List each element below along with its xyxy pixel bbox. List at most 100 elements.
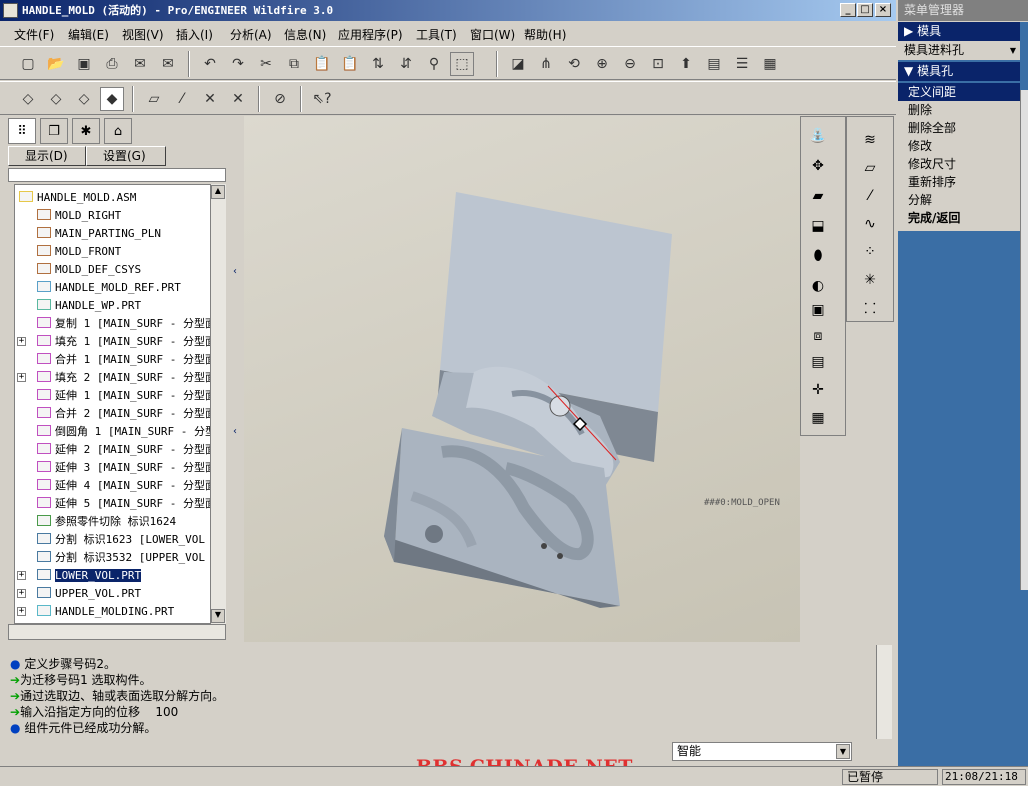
view-manager-icon[interactable]: ▦: [758, 52, 782, 76]
print-icon[interactable]: ⎙: [100, 52, 124, 76]
favorites-tab-icon[interactable]: ✱: [72, 118, 100, 144]
wireframe-icon[interactable]: ◇: [16, 87, 40, 111]
zoom-in-icon[interactable]: ⊕: [590, 52, 614, 76]
menu-item-define-spacing[interactable]: 定义间距: [898, 83, 1020, 101]
expand-icon[interactable]: +: [17, 589, 26, 598]
menu-tools[interactable]: 工具(T): [416, 26, 457, 43]
menu-item-explode[interactable]: 分解: [898, 191, 1020, 209]
tree-row[interactable]: MOLD_DEF_CSYS: [15, 261, 141, 279]
datum-axis-icon[interactable]: ⁄: [859, 185, 881, 207]
tree-row[interactable]: MOLD_RIGHT: [15, 207, 121, 225]
analysis-feature-icon[interactable]: ⸬: [859, 297, 881, 319]
scroll-down-icon[interactable]: ▼: [211, 609, 225, 623]
mail-icon[interactable]: ✉: [128, 52, 152, 76]
shrinkage-icon[interactable]: ⬓: [807, 215, 829, 237]
shading-icon[interactable]: ◆: [100, 87, 124, 111]
tree-row[interactable]: 分割 标识1623 [LOWER_VOL -: [15, 531, 217, 549]
refit-icon[interactable]: ◪: [506, 52, 530, 76]
expand-icon[interactable]: +: [17, 607, 26, 616]
connections-tab-icon[interactable]: ⌂: [104, 118, 132, 144]
panel-sash[interactable]: ‹ ‹: [231, 116, 243, 642]
runner-icon[interactable]: ✥: [807, 155, 829, 177]
model-tree-tab-icon[interactable]: ⠿: [8, 118, 36, 144]
split-volume-icon[interactable]: ▣: [807, 299, 829, 321]
menu-window[interactable]: 窗口(W): [470, 26, 515, 43]
tree-vertical-scrollbar[interactable]: [210, 184, 226, 624]
mold-opening-icon[interactable]: ✛: [807, 379, 829, 401]
menu-item-delete[interactable]: 删除: [898, 101, 1020, 119]
tree-row[interactable]: 分割 标识3532 [UPPER_VOL -: [15, 549, 217, 567]
layers-icon[interactable]: ☰: [730, 52, 754, 76]
menu-item-modify[interactable]: 修改: [898, 137, 1020, 155]
copy-icon[interactable]: ⧉: [282, 52, 306, 76]
draft-check-icon[interactable]: ▦: [807, 407, 829, 429]
mold-hole-header[interactable]: ▼ 模具孔: [898, 62, 1020, 81]
tree-row[interactable]: + 填充 1 [MAIN_SURF - 分型面]: [15, 333, 217, 351]
undo-icon[interactable]: ↶: [198, 52, 222, 76]
menu-item-done-return[interactable]: 完成/返回: [898, 209, 1020, 227]
regenerate-icon[interactable]: ⇅: [366, 52, 390, 76]
menu-file[interactable]: 文件(F): [14, 26, 54, 43]
tree-row[interactable]: + UPPER_VOL.PRT: [15, 585, 141, 603]
regenerate-manager-icon[interactable]: ⇵: [394, 52, 418, 76]
molding-icon[interactable]: ▤: [807, 351, 829, 373]
selection-box-icon[interactable]: ⬚: [450, 52, 474, 76]
sprue-dropdown[interactable]: 模具进料孔 ▼: [898, 41, 1020, 60]
menu-edit[interactable]: 编辑(E): [68, 26, 109, 43]
menu-manager-scrollbar[interactable]: [1020, 90, 1028, 590]
menu-item-modify-dims[interactable]: 修改尺寸: [898, 155, 1020, 173]
tree-row[interactable]: MOLD_FRONT: [15, 243, 121, 261]
datum-plane-icon[interactable]: ▱: [859, 157, 881, 179]
graphics-viewport[interactable]: ###0:MOLD_OPEN: [244, 116, 800, 642]
hidden-line-icon[interactable]: ◇: [44, 87, 68, 111]
datum-points-icon[interactable]: ✕: [198, 87, 222, 111]
menu-item-delete-all[interactable]: 删除全部: [898, 119, 1020, 137]
context-help-icon[interactable]: ⇖?: [310, 87, 334, 111]
cut-icon[interactable]: ✂: [254, 52, 278, 76]
tree-row[interactable]: 延伸 2 [MAIN_SURF - 分型面]: [15, 441, 217, 459]
mail-attach-icon[interactable]: ✉: [156, 52, 180, 76]
datum-planes-icon[interactable]: ▱: [142, 87, 166, 111]
no-hidden-icon[interactable]: ◇: [72, 87, 96, 111]
paste-icon[interactable]: 📋: [310, 52, 334, 76]
datum-point-icon[interactable]: ⁘: [859, 241, 881, 263]
tree-row[interactable]: 延伸 3 [MAIN_SURF - 分型面]: [15, 459, 217, 477]
sketch-icon[interactable]: ≋: [859, 129, 881, 151]
folder-browser-tab-icon[interactable]: ❐: [40, 118, 68, 144]
settings-dropdown[interactable]: 设置(G): [86, 146, 166, 166]
datum-axes-icon[interactable]: ⁄: [170, 87, 194, 111]
tree-row[interactable]: 参照零件切除 标识1624: [15, 513, 176, 531]
tree-row[interactable]: + HANDLE_MOLDING.PRT: [15, 603, 174, 621]
paste-special-icon[interactable]: 📋: [338, 52, 362, 76]
expand-icon[interactable]: +: [17, 571, 26, 580]
tree-row[interactable]: 倒圆角 1 [MAIN_SURF - 分型面]: [15, 423, 217, 441]
menu-info[interactable]: 信息(N): [284, 26, 326, 43]
mold-component-icon[interactable]: ⧈: [807, 325, 829, 347]
tree-row[interactable]: 延伸 5 [MAIN_SURF - 分型面]: [15, 495, 217, 513]
menu-view[interactable]: 视图(V): [122, 26, 164, 43]
tree-row[interactable]: + LOWER_VOL.PRT: [15, 567, 142, 585]
chevron-down-icon[interactable]: ▼: [836, 744, 850, 759]
show-dropdown[interactable]: 显示(D): [8, 146, 86, 166]
minimize-button[interactable]: _: [840, 3, 856, 17]
maximize-button[interactable]: □: [857, 3, 873, 17]
new-file-icon[interactable]: ▢: [16, 52, 40, 76]
menu-analysis[interactable]: 分析(A): [230, 26, 272, 43]
zoom-fit-icon[interactable]: ⊡: [646, 52, 670, 76]
tree-row[interactable]: 复制 1 [MAIN_SURF - 分型面]: [15, 315, 217, 333]
save-icon[interactable]: ▣: [72, 52, 96, 76]
app-icon[interactable]: [3, 3, 18, 18]
parting-surface-icon[interactable]: ◐: [807, 275, 829, 297]
redo-icon[interactable]: ↷: [226, 52, 250, 76]
workpiece-icon[interactable]: ▰: [807, 185, 829, 207]
sprue-icon[interactable]: ⛲: [807, 125, 829, 147]
tree-row[interactable]: MAIN_PARTING_PLN: [15, 225, 161, 243]
annotation-display-icon[interactable]: ⊘: [268, 87, 292, 111]
tree-row[interactable]: 延伸 4 [MAIN_SURF - 分型面]: [15, 477, 217, 495]
reorient-icon[interactable]: ⬆: [674, 52, 698, 76]
selection-filter-dropdown[interactable]: 智能 ▼: [672, 742, 852, 761]
menu-help[interactable]: 帮助(H): [524, 26, 566, 43]
tree-horizontal-scrollbar[interactable]: [8, 624, 226, 640]
open-folder-icon[interactable]: 📂: [44, 52, 68, 76]
menu-applications[interactable]: 应用程序(P): [338, 26, 403, 43]
